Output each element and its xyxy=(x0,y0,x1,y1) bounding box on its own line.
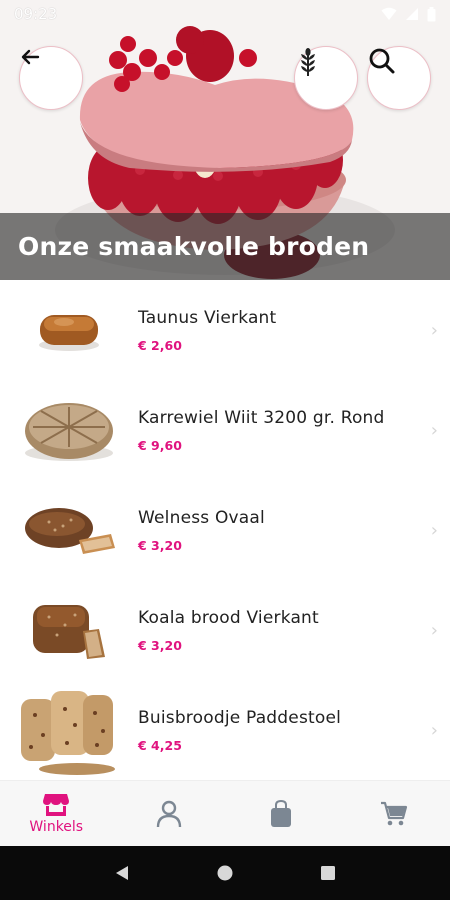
product-name: Taunus Vierkant xyxy=(138,307,277,328)
product-image xyxy=(10,380,128,480)
chevron-right-icon: › xyxy=(430,720,438,741)
wheat-icon xyxy=(301,48,315,76)
battery-icon xyxy=(427,6,436,21)
nav-item-winkels[interactable]: Winkels xyxy=(0,781,113,846)
chevron-right-icon: › xyxy=(430,420,438,441)
square-bread-image xyxy=(33,605,105,659)
product-image xyxy=(10,680,128,780)
product-list: Taunus Vierkant € 2,60 › Karrewiel Wiit … xyxy=(0,280,450,780)
status-icons xyxy=(381,6,436,22)
chevron-right-icon: › xyxy=(430,320,438,341)
product-price: € 9,60 xyxy=(138,437,182,453)
product-image xyxy=(10,480,128,580)
oval-bread-image xyxy=(25,508,115,554)
status-time: 09:23 xyxy=(14,5,58,23)
product-name: Buisbroodje Paddestoel xyxy=(138,707,342,728)
round-bread-image xyxy=(25,403,113,461)
product-image xyxy=(10,580,128,680)
user-icon xyxy=(156,800,181,827)
bag-icon xyxy=(271,799,292,827)
product-item[interactable]: Welness Ovaal € 3,20 › xyxy=(0,480,450,580)
bread-rolls-image xyxy=(21,691,115,775)
nav-item-account[interactable] xyxy=(113,781,226,846)
cart-icon xyxy=(380,801,407,825)
recents-square-icon[interactable] xyxy=(319,864,337,882)
product-name: Welness Ovaal xyxy=(138,507,265,528)
product-item[interactable]: Taunus Vierkant € 2,60 › xyxy=(0,280,450,380)
arrow-left-icon xyxy=(21,49,40,65)
product-price: € 4,25 xyxy=(138,737,182,753)
back-button[interactable] xyxy=(19,46,83,110)
product-item[interactable]: Karrewiel Wiit 3200 gr. Rond € 9,60 › xyxy=(0,380,450,480)
signal-icon xyxy=(406,8,418,20)
page-title: Onze smaakvolle broden xyxy=(18,232,370,261)
wifi-icon xyxy=(381,7,397,20)
product-image xyxy=(10,280,128,380)
hero-title-overlay: Onze smaakvolle broden xyxy=(0,213,450,280)
product-price: € 3,20 xyxy=(138,637,182,653)
bottom-navigation: Winkels xyxy=(0,780,450,846)
back-triangle-icon[interactable] xyxy=(113,864,131,882)
search-icon xyxy=(369,48,395,74)
product-name: Koala brood Vierkant xyxy=(138,607,319,628)
bread-roll-image xyxy=(39,315,99,351)
product-item[interactable]: Koala brood Vierkant € 3,20 › xyxy=(0,580,450,680)
chevron-right-icon: › xyxy=(430,520,438,541)
home-circle-icon[interactable] xyxy=(216,864,234,882)
product-price: € 3,20 xyxy=(138,537,182,553)
status-bar: 09:23 xyxy=(0,0,450,28)
product-name: Karrewiel Wiit 3200 gr. Rond xyxy=(138,407,385,428)
search-button[interactable] xyxy=(367,46,431,110)
product-item[interactable]: Buisbroodje Paddestoel € 4,25 › xyxy=(0,680,450,780)
product-price: € 2,60 xyxy=(138,337,182,353)
nav-item-cart[interactable] xyxy=(338,781,450,846)
system-navigation-bar xyxy=(0,846,450,900)
hero-banner: Onze smaakvolle broden xyxy=(0,0,450,280)
store-icon xyxy=(43,793,70,816)
nav-item-bag[interactable] xyxy=(225,781,338,846)
chevron-right-icon: › xyxy=(430,620,438,641)
nav-label: Winkels xyxy=(29,818,84,835)
filter-grain-button[interactable] xyxy=(294,46,358,110)
